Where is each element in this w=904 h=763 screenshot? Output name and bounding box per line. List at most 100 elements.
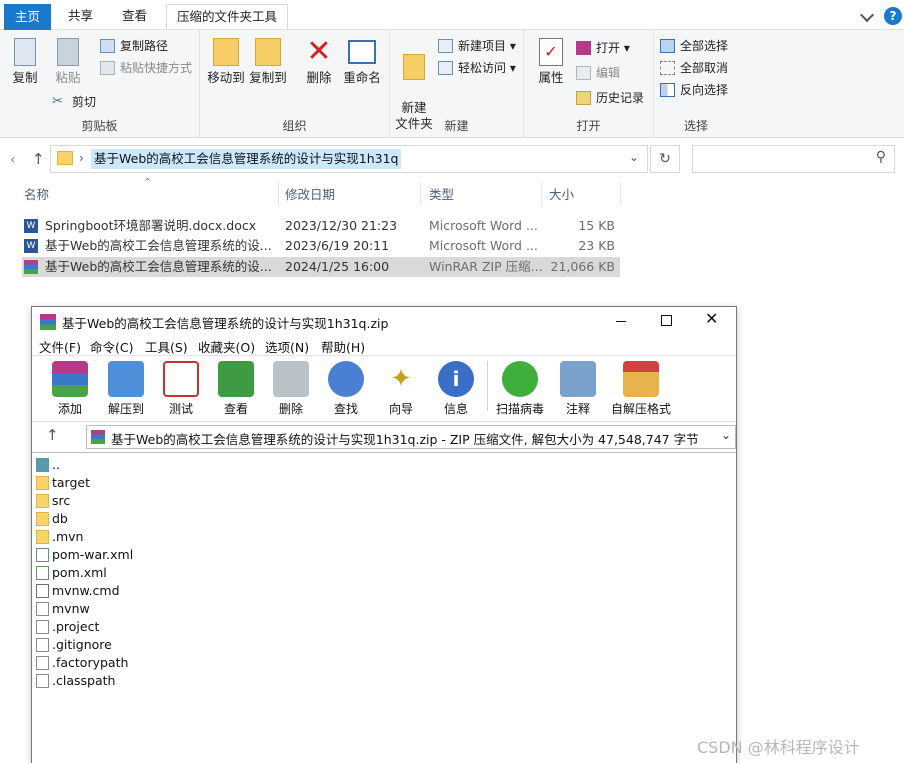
extract-to-button[interactable]: 解压到: [98, 361, 154, 417]
copy-path-label: 复制路径: [120, 39, 169, 53]
list-item[interactable]: target: [34, 474, 90, 492]
address-dropdown-icon[interactable]: ⌄: [629, 150, 639, 164]
list-item[interactable]: db: [34, 510, 68, 528]
list-item[interactable]: .mvn: [34, 528, 83, 546]
view-button[interactable]: 查看: [208, 361, 264, 417]
menu-tools[interactable]: 工具(S): [145, 337, 188, 356]
file-row-selected[interactable]: 基于Web的高校工会信息管理系统的设... 2024/1/25 16:00 Wi…: [22, 257, 620, 277]
search-input[interactable]: ⚲: [692, 145, 895, 173]
easy-access-icon: [438, 61, 453, 75]
file-row[interactable]: W 基于Web的高校工会信息管理系统的设... 2023/6/19 20:11 …: [22, 236, 620, 256]
history-icon: [576, 91, 591, 105]
virus-scan-icon: [502, 361, 538, 397]
virus-scan-button[interactable]: 扫描病毒: [490, 361, 550, 417]
rename-button[interactable]: 重命名: [340, 38, 384, 86]
list-item[interactable]: mvnw: [34, 600, 90, 618]
comment-button[interactable]: 注释: [550, 361, 606, 417]
item-name: .classpath: [52, 673, 116, 688]
paste-label: 粘贴: [55, 70, 81, 85]
up-arrow-icon[interactable]: ↑: [46, 426, 59, 444]
wizard-label: 向导: [388, 402, 413, 416]
wizard-button[interactable]: ✦ 向导: [373, 361, 429, 417]
address-bar-row: ‹ ↑ › 基于Web的高校工会信息管理系统的设计与实现1h31q ⌄ ↻ ⚲: [0, 140, 904, 180]
open-button[interactable]: 打开 ▾: [576, 38, 630, 58]
copy-button[interactable]: 复制: [8, 38, 42, 86]
sfx-button[interactable]: 自解压格式: [608, 361, 674, 417]
paste-button[interactable]: 粘贴: [50, 38, 86, 86]
list-item[interactable]: .factorypath: [34, 654, 128, 672]
new-folder-icon: [403, 54, 425, 80]
list-item[interactable]: src: [34, 492, 70, 510]
delete-button[interactable]: 删除: [263, 361, 319, 417]
tab-share[interactable]: 共享: [58, 4, 103, 30]
list-item[interactable]: mvnw.cmd: [34, 582, 120, 600]
list-item[interactable]: ..: [34, 456, 60, 474]
chevron-down-icon[interactable]: [859, 7, 875, 23]
minimize-icon[interactable]: [616, 321, 626, 322]
column-type[interactable]: 类型: [429, 185, 454, 207]
file-row[interactable]: W Springboot环境部署说明.docx.docx 2023/12/30 …: [22, 216, 620, 236]
item-name: target: [52, 475, 91, 490]
select-all-button[interactable]: 全部选择: [660, 36, 728, 56]
list-item[interactable]: .gitignore: [34, 636, 112, 654]
history-button[interactable]: 历史记录: [576, 88, 644, 108]
winrar-window: 基于Web的高校工会信息管理系统的设计与实现1h31q.zip ✕ 文件(F) …: [31, 306, 737, 763]
paste-icon: [57, 38, 79, 66]
address-path[interactable]: 基于Web的高校工会信息管理系统的设计与实现1h31q: [91, 149, 402, 169]
easy-access-button[interactable]: 轻松访问 ▾: [438, 58, 516, 78]
list-item[interactable]: .project: [34, 618, 99, 636]
up-arrow-icon[interactable]: ↑: [32, 150, 45, 168]
view-book-icon: [218, 361, 254, 397]
info-button[interactable]: i 信息: [428, 361, 484, 417]
help-icon[interactable]: ?: [884, 7, 902, 25]
new-item-icon: [438, 39, 453, 53]
column-modified[interactable]: 修改日期: [285, 185, 335, 207]
refresh-icon[interactable]: ↻: [650, 145, 680, 173]
column-divider: [278, 182, 279, 206]
copy-path-button[interactable]: 复制路径: [100, 36, 168, 56]
file-icon: [36, 656, 49, 670]
cut-button[interactable]: ✂ 剪切: [52, 92, 96, 112]
archive-file-list: .. target src db .mvn pom-war.xml pom.xm…: [32, 452, 736, 763]
menu-help[interactable]: 帮助(H): [321, 337, 365, 356]
delete-button[interactable]: ✕ 删除: [300, 37, 338, 86]
tab-compressed-folder-tools[interactable]: 压缩的文件夹工具: [166, 4, 289, 30]
clipboard-group-label: 剪贴板: [81, 119, 118, 133]
archive-path-field[interactable]: 基于Web的高校工会信息管理系统的设计与实现1h31q.zip - ZIP 压缩…: [86, 425, 736, 449]
select-none-button[interactable]: 全部取消: [660, 58, 728, 78]
maximize-icon[interactable]: [661, 315, 672, 326]
menu-commands[interactable]: 命令(C): [90, 337, 133, 356]
menu-file[interactable]: 文件(F): [39, 337, 81, 356]
tab-view[interactable]: 查看: [112, 4, 157, 30]
column-size[interactable]: 大小: [549, 185, 574, 207]
invert-selection-button[interactable]: 反向选择: [660, 80, 728, 100]
tab-home[interactable]: 主页: [4, 4, 52, 31]
list-item[interactable]: pom.xml: [34, 564, 107, 582]
address-field[interactable]: › 基于Web的高校工会信息管理系统的设计与实现1h31q ⌄: [50, 145, 648, 173]
menu-favorites[interactable]: 收藏夹(O): [198, 337, 255, 356]
column-name[interactable]: 名称: [24, 185, 49, 207]
folder-icon: [36, 494, 49, 508]
new-item-button[interactable]: 新建项目 ▾: [438, 36, 516, 56]
add-label: 添加: [57, 402, 82, 416]
list-item[interactable]: .classpath: [34, 672, 115, 690]
menu-options[interactable]: 选项(N): [265, 337, 309, 356]
paste-shortcut-button[interactable]: 粘贴快捷方式: [100, 58, 192, 78]
add-button[interactable]: 添加: [42, 361, 98, 417]
back-arrow-icon[interactable]: ‹: [10, 152, 16, 168]
test-button[interactable]: 测试: [153, 361, 209, 417]
select-group-label: 选择: [683, 119, 708, 133]
move-to-button[interactable]: 移动到: [206, 38, 246, 86]
list-item[interactable]: pom-war.xml: [34, 546, 133, 564]
copy-to-button[interactable]: 复制到: [248, 38, 288, 86]
cut-label: 剪切: [72, 95, 97, 109]
virus-scan-label: 扫描病毒: [495, 402, 544, 416]
properties-button[interactable]: ✓ 属性: [532, 38, 570, 86]
info-label: 信息: [443, 402, 468, 416]
path-dropdown-icon[interactable]: ⌄: [721, 428, 731, 442]
column-divider: [420, 182, 421, 206]
cmd-file-icon: [36, 584, 49, 598]
edit-button[interactable]: 编辑: [576, 63, 620, 83]
close-icon[interactable]: ✕: [705, 309, 718, 328]
find-button[interactable]: 查找: [318, 361, 374, 417]
